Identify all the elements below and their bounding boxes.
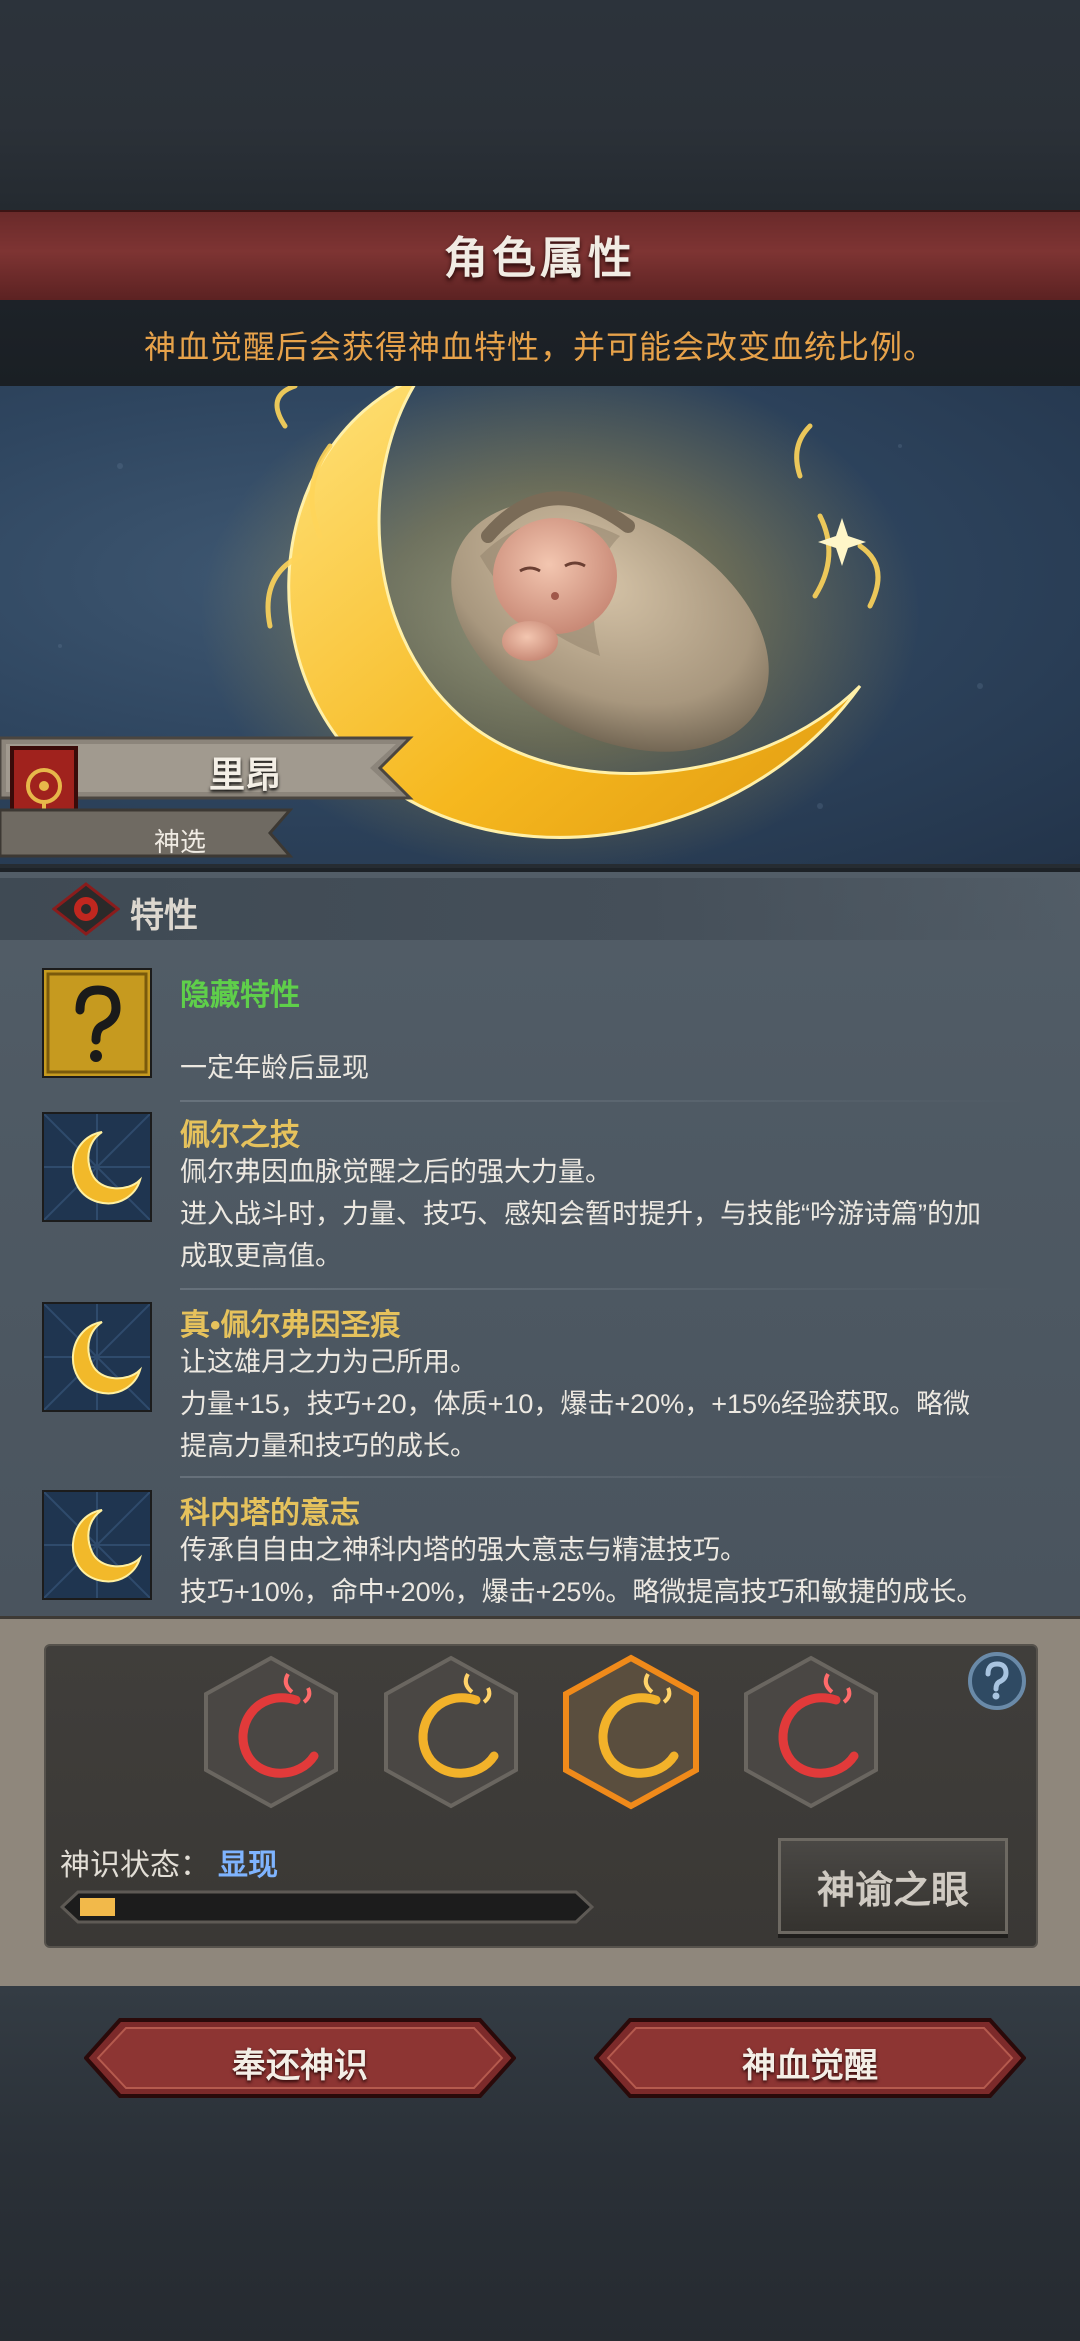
blood-awaken-button[interactable]: [594, 2016, 1026, 2100]
trait-name: 真•佩尔弗因圣痕: [180, 1309, 401, 1342]
hidden-trait-icon[interactable]: [44, 970, 150, 1076]
trait-description: 力量+15，技巧+20，体质+10，爆击+20%，+15%经验获取。略微: [180, 1389, 971, 1419]
trait-divider: [180, 1100, 1040, 1102]
question-mark-icon: [44, 970, 150, 1076]
divine-sense-status-label: 神识状态：: [60, 1849, 210, 1882]
progress-fill: [80, 1898, 115, 1916]
gold-crescent-slot-icon[interactable]: [376, 1652, 526, 1812]
golden-crescent-moon-icon: [43, 1113, 151, 1221]
page-title: 角色属性: [444, 234, 636, 283]
trait-description: 传承自自由之神科内塔的强大意志与精湛技巧。: [180, 1535, 747, 1565]
oracle-eye-button[interactable]: 神谕之眼: [778, 1838, 1008, 1934]
golden-crescent-moon-icon: [43, 1491, 151, 1599]
trait-description: 进入战斗时，力量、技巧、感知会暂时提升，与技能“吟游诗篇”的加: [180, 1199, 981, 1229]
page-subtitle: 神血觉醒后会获得神血特性，并可能会改变血统比例。: [143, 329, 936, 365]
trait-icon[interactable]: [43, 1491, 151, 1599]
divine-sense-status-value: 显现: [218, 1849, 278, 1882]
trait-name: 佩尔之技: [180, 1119, 300, 1152]
return-divine-sense-button[interactable]: [84, 2016, 516, 2100]
help-question-icon[interactable]: [966, 1650, 1028, 1712]
red-crescent-slot-icon[interactable]: [196, 1652, 346, 1812]
traits-panel: [0, 868, 1080, 1620]
trait-divider: [180, 1476, 1040, 1478]
trait-divider: [180, 1288, 1040, 1290]
trait-description: 让这雄月之力为己所用。: [180, 1347, 477, 1377]
top-background: [0, 0, 1080, 210]
trait-description: 佩尔弗因血脉觉醒之后的强大力量。: [180, 1157, 612, 1187]
trait-name: 隐藏特性: [180, 979, 300, 1012]
divine-sense-progress-bar: [60, 1890, 594, 1924]
traits-title: 特性: [130, 897, 198, 935]
trait-description: 成取更高值。: [180, 1241, 342, 1271]
character-rank: 神选: [153, 827, 206, 857]
character-name: 里昂: [208, 754, 281, 795]
trait-icon[interactable]: [43, 1303, 151, 1411]
crimson-sigil-icon: [52, 882, 120, 936]
trait-name: 科内塔的意志: [180, 1497, 360, 1530]
trait-description: 提高力量和技巧的成长。: [180, 1431, 477, 1461]
red-crescent-slot-icon[interactable]: [736, 1652, 886, 1812]
gold-crescent-slot-selected-icon[interactable]: [556, 1652, 706, 1812]
trait-description: 技巧+10%，命中+20%，爆击+25%。略微提高技巧和敏捷的成长。: [180, 1577, 984, 1607]
trait-icon[interactable]: [43, 1113, 151, 1221]
trait-description: 一定年龄后显现: [180, 1053, 369, 1083]
golden-crescent-moon-icon: [43, 1303, 151, 1411]
